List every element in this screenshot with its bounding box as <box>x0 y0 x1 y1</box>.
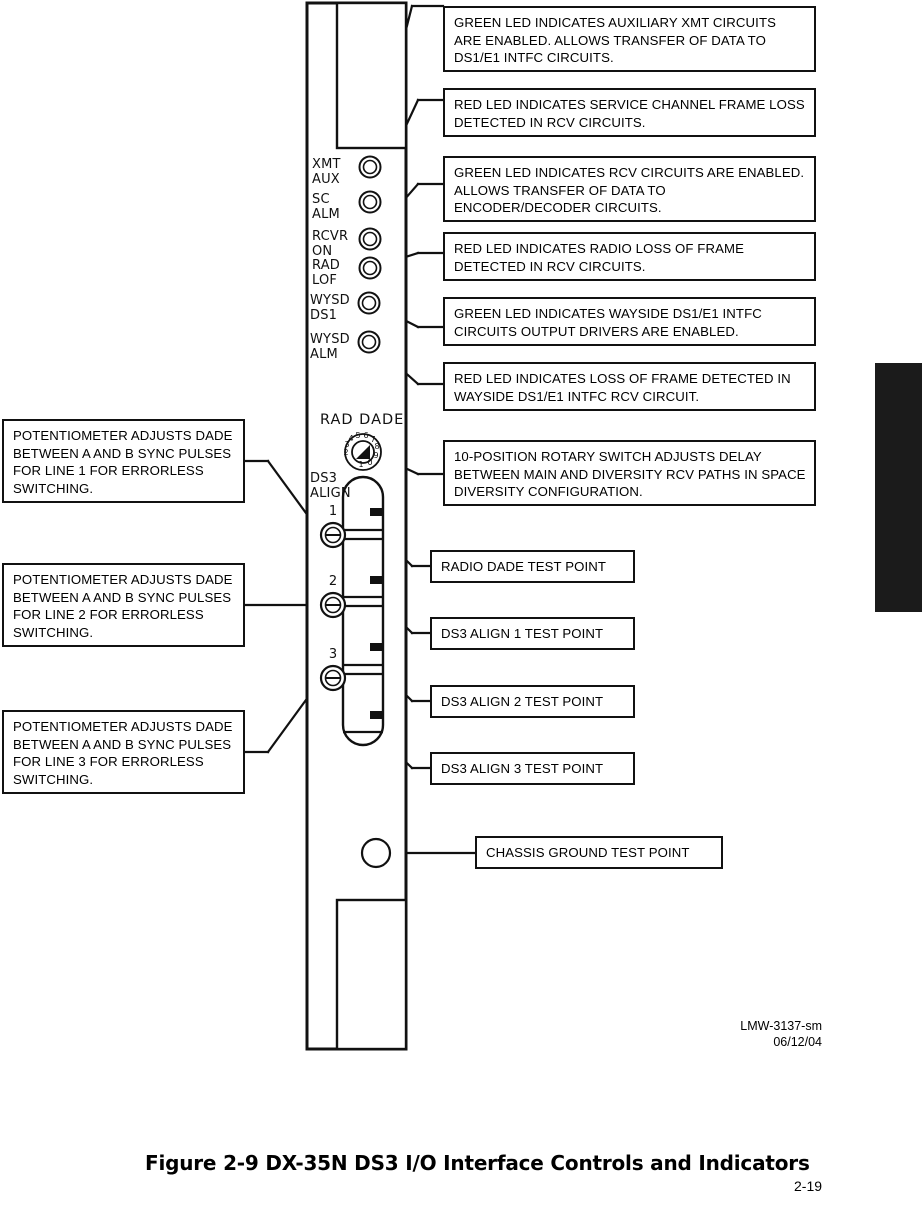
callout-ds3-align-1-test-point: DS3 ALIGN 1 TEST POINT <box>430 617 635 650</box>
callout-rotary-switch: 10-POSITION ROTARY SWITCH ADJUSTS DELAY … <box>443 440 816 506</box>
dial-digit-1: 1 <box>358 460 364 469</box>
figure-page: XMT AUX SC ALM RCVR ON RAD LOF WYSD DS1 … <box>0 0 922 1208</box>
potentiometer-number-1: 1 <box>328 504 338 519</box>
callout-potentiometer-line-1: POTENTIOMETER ADJUSTS DADE BETWEEN A AND… <box>2 419 245 503</box>
dial-digit-2: 2 <box>343 448 349 457</box>
callout-wysd-alm: RED LED INDICATES LOSS OF FRAME DETECTED… <box>443 362 816 411</box>
drawing-id-block: LMW-3137-sm 06/12/04 <box>740 1019 822 1049</box>
callout-sc-alm: RED LED INDICATES SERVICE CHANNEL FRAME … <box>443 88 816 137</box>
callout-chassis-ground-test-point: CHASSIS GROUND TEST POINT <box>475 836 723 869</box>
dial-digit-8: 8 <box>374 442 380 451</box>
potentiometer-number-2: 2 <box>328 574 338 589</box>
led-label-sc-alm: SC ALM <box>312 192 340 222</box>
led-label-xmt-aux: XMT AUX <box>312 157 341 187</box>
callout-potentiometer-line-3: POTENTIOMETER ADJUSTS DADE BETWEEN A AND… <box>2 710 245 794</box>
led-wysd-ds1 <box>357 291 381 315</box>
callout-rad-lof: RED LED INDICATES RADIO LOSS OF FRAME DE… <box>443 232 816 281</box>
led-rcvr-on <box>358 227 382 251</box>
page-number: 2-19 <box>794 1178 823 1194</box>
led-label-rad-lof: RAD LOF <box>312 258 341 288</box>
figure-caption: Figure 2-9 DX-35N DS3 I/O Interface Cont… <box>145 1151 810 1175</box>
led-rad-lof <box>358 256 382 280</box>
potentiometer-2 <box>319 591 347 619</box>
callout-ds3-align-2-test-point: DS3 ALIGN 2 TEST POINT <box>430 685 635 718</box>
potentiometer-number-3: 3 <box>328 647 338 662</box>
callout-potentiometer-line-2: POTENTIOMETER ADJUSTS DADE BETWEEN A AND… <box>2 563 245 647</box>
led-label-wysd-alm: WYSD ALM <box>310 332 350 362</box>
callout-wysd-ds1: GREEN LED INDICATES WAYSIDE DS1/E1 INTFC… <box>443 297 816 346</box>
callout-rcvr-on: GREEN LED INDICATES RCV CIRCUITS ARE ENA… <box>443 156 816 222</box>
rotary-switch-label: RAD DADE <box>320 412 405 428</box>
led-wysd-alm <box>357 330 381 354</box>
callout-ds3-align-3-test-point: DS3 ALIGN 3 TEST POINT <box>430 752 635 785</box>
led-label-wysd-ds1: WYSD DS1 <box>310 293 350 323</box>
led-xmt-aux <box>358 155 382 179</box>
test-point-strip <box>341 475 385 747</box>
led-sc-alm <box>358 190 382 214</box>
callout-radio-dade-test-point: RADIO DADE TEST POINT <box>430 550 635 583</box>
dial-digit-0: 0 <box>367 458 373 467</box>
chassis-ground-test-point <box>360 837 392 869</box>
potentiometer-1 <box>319 521 347 549</box>
led-label-rcvr-on: RCVR ON <box>312 229 349 259</box>
callout-xmt-aux: GREEN LED INDICATES AUXILIARY XMT CIRCUI… <box>443 6 816 72</box>
potentiometer-3 <box>319 664 347 692</box>
ds3-align-label: DS3 ALIGN <box>310 471 351 501</box>
